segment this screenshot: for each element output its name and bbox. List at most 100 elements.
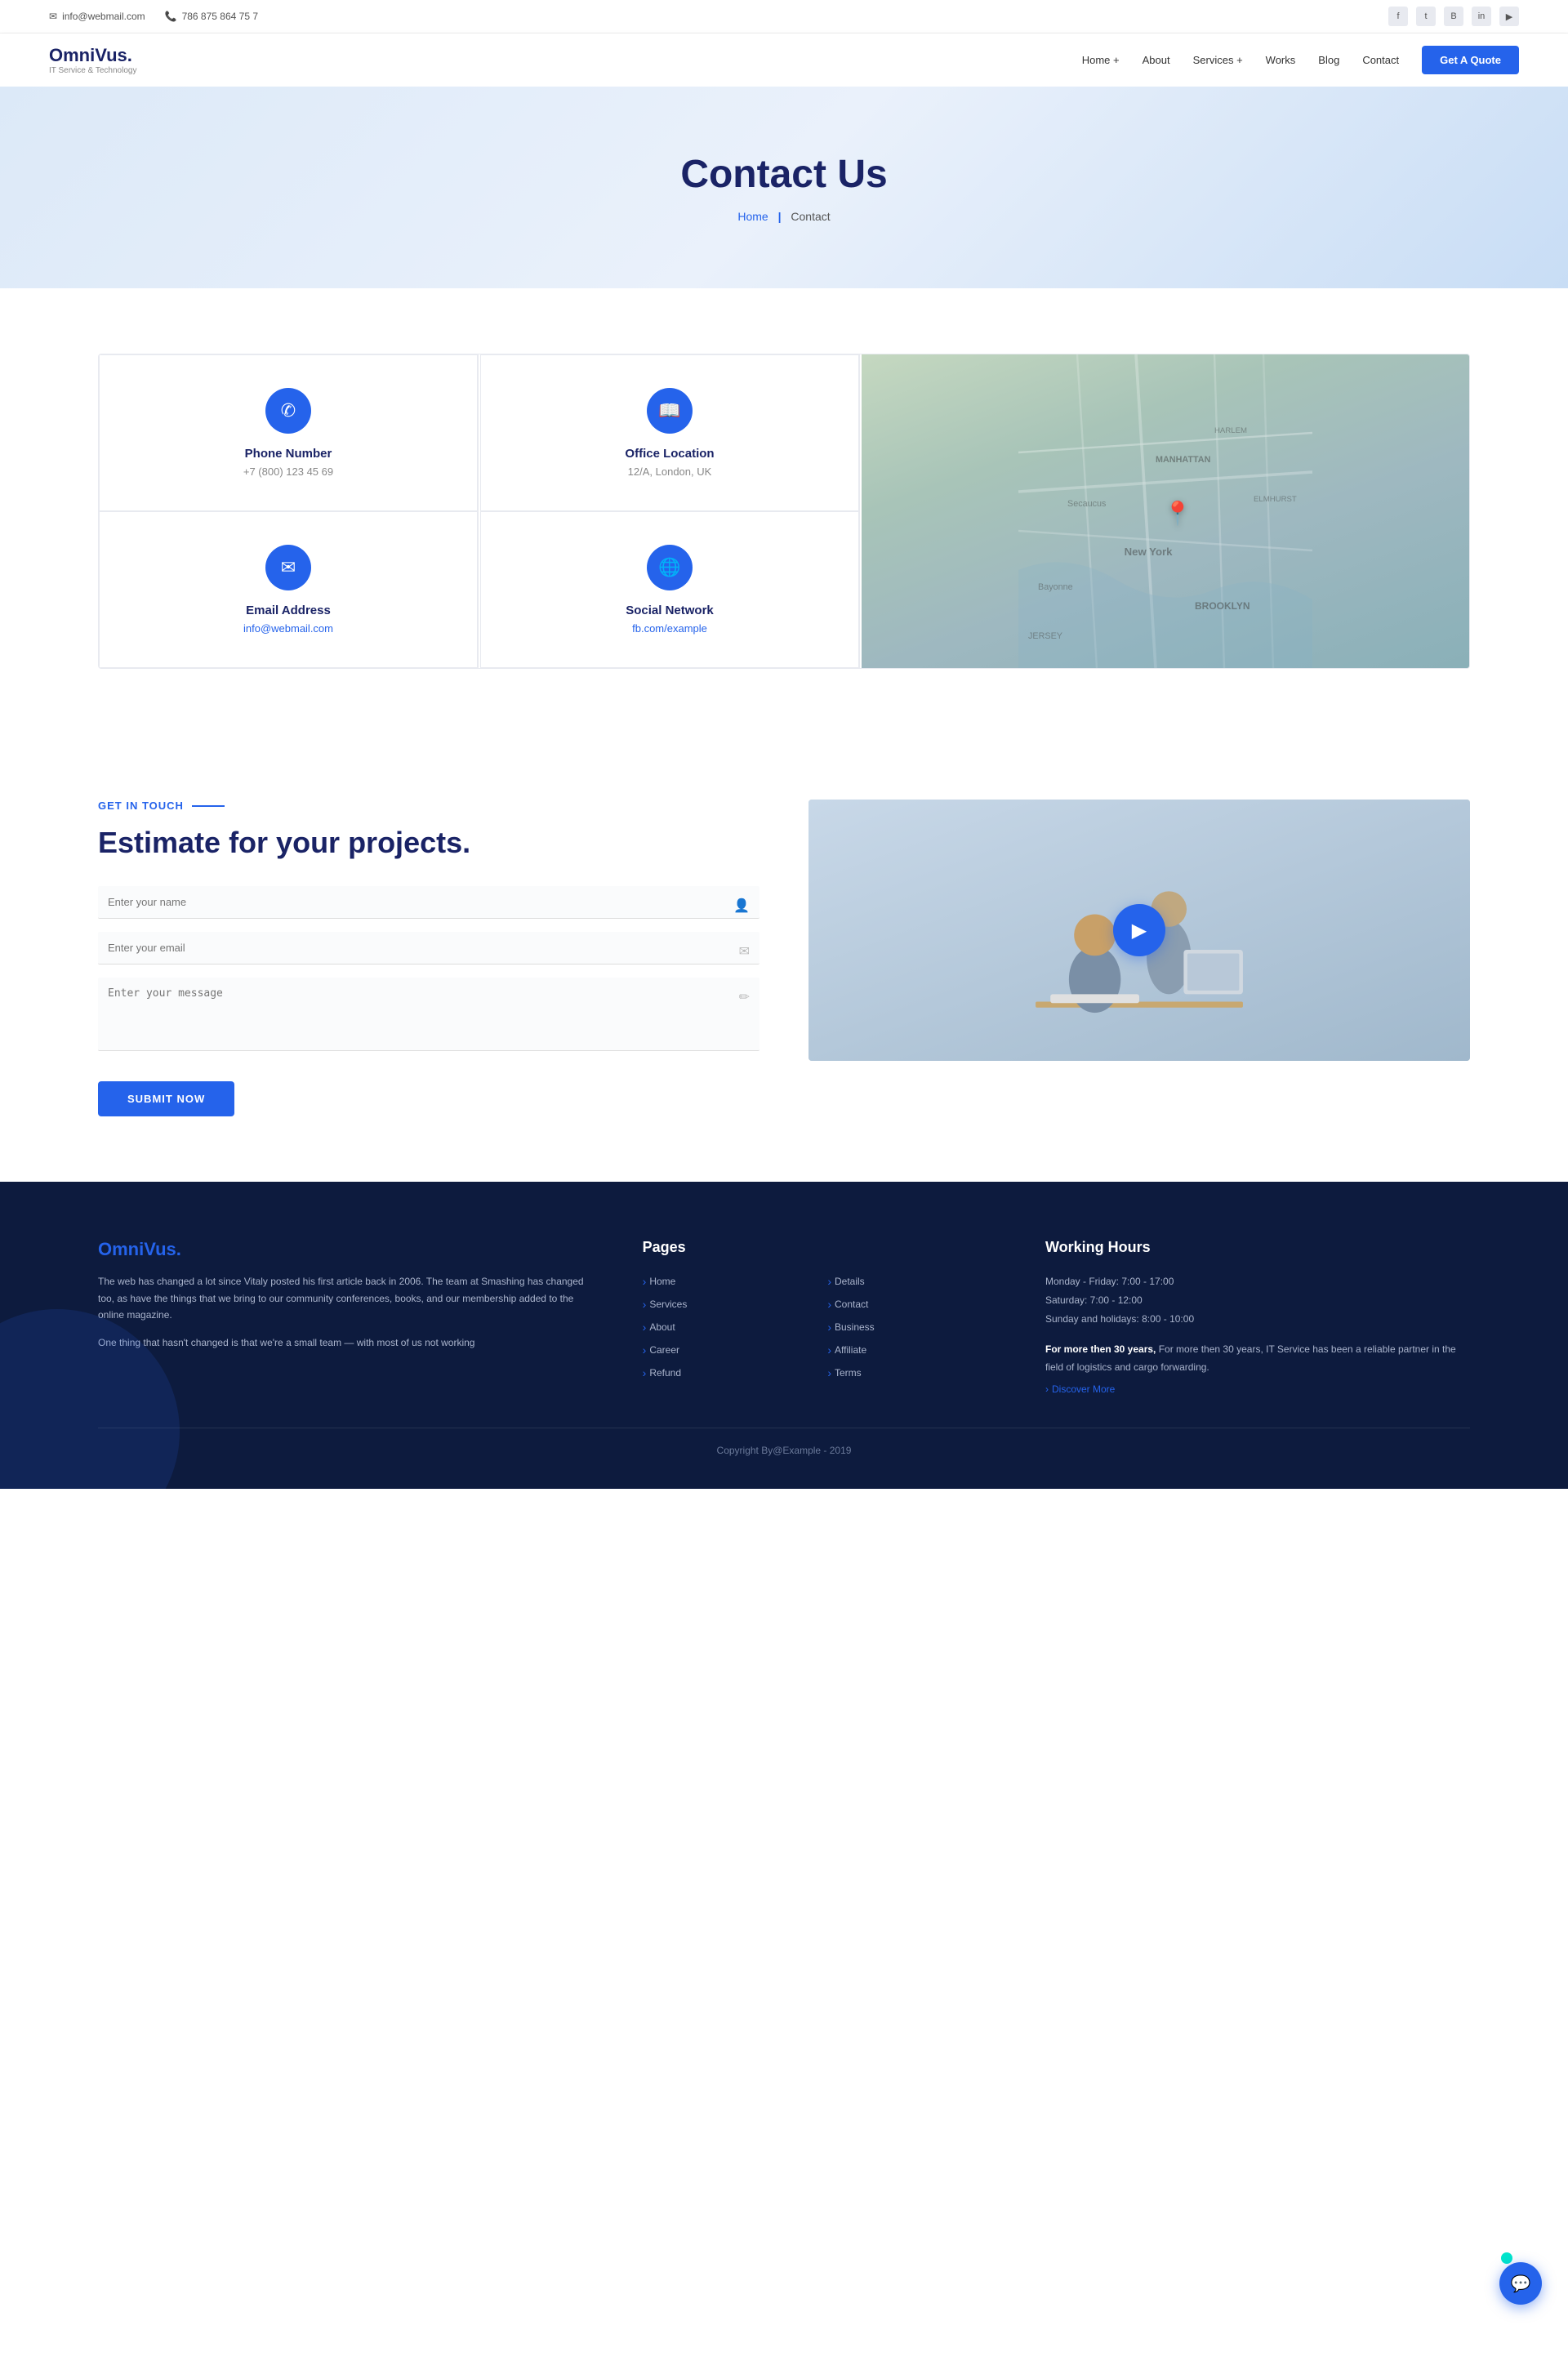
email-info: ✉ info@webmail.com: [49, 11, 145, 22]
footer-brand: OmniVus. The web has changed a lot since…: [98, 1239, 594, 1395]
twitter-link[interactable]: t: [1416, 7, 1436, 26]
email-input[interactable]: [98, 932, 760, 964]
footer-page-about[interactable]: About: [643, 1318, 812, 1336]
phone-icon: 📞: [165, 11, 177, 22]
footer-page-business[interactable]: Business: [827, 1318, 996, 1336]
footer-page-affiliate[interactable]: Affiliate: [827, 1341, 996, 1359]
footer-bottom: Copyright By@Example - 2019: [98, 1428, 1470, 1456]
estimate-section: Get In Touch Estimate for your projects.…: [0, 734, 1568, 1182]
envelope-icon: ✉: [739, 943, 750, 960]
svg-text:JERSEY: JERSEY: [1028, 631, 1062, 641]
video-thumbnail: ▶: [808, 800, 1470, 1061]
location-icon-circle: 📖: [647, 388, 693, 434]
facebook-link[interactable]: f: [1388, 7, 1408, 26]
email-card: ✉ Email Address info@webmail.com: [99, 511, 478, 668]
message-input[interactable]: [98, 978, 760, 1051]
notification-dot: [1501, 2252, 1512, 2264]
top-bar: ✉ info@webmail.com 📞 786 875 864 75 7 f …: [0, 0, 1568, 33]
location-icon: 📖: [658, 400, 680, 421]
footer-pages-title: Pages: [643, 1239, 996, 1256]
social-card-value[interactable]: fb.com/example: [632, 622, 707, 635]
copyright-text: Copyright By@Example - 2019: [717, 1445, 852, 1456]
contact-section: ✆ Phone Number +7 (800) 123 45 69 ✉ Emai…: [0, 288, 1568, 734]
section-tag: Get In Touch: [98, 800, 760, 812]
footer-hours-highlight: For more then 30 years,: [1045, 1343, 1159, 1355]
linkedin-link[interactable]: in: [1472, 7, 1491, 26]
youtube-link[interactable]: ▶: [1499, 7, 1519, 26]
phone-icon: ✆: [281, 400, 296, 421]
footer-hours: Working Hours Monday - Friday: 7:00 - 17…: [1045, 1239, 1470, 1395]
phone-card-value: +7 (800) 123 45 69: [243, 466, 333, 478]
email-icon: ✉: [49, 11, 57, 22]
breadcrumb-current: Contact: [791, 210, 830, 223]
footer-page-services[interactable]: Services: [643, 1295, 812, 1313]
phone-card: ✆ Phone Number +7 (800) 123 45 69: [99, 354, 478, 511]
contact-cards-column-1: ✆ Phone Number +7 (800) 123 45 69 ✉ Emai…: [99, 354, 479, 668]
play-button[interactable]: ▶: [1113, 904, 1165, 956]
discover-more-link[interactable]: Discover More: [1045, 1383, 1470, 1395]
breadcrumb: Home | Contact: [49, 210, 1519, 223]
nav-services[interactable]: Services +: [1193, 54, 1243, 66]
contact-grid: ✆ Phone Number +7 (800) 123 45 69 ✉ Emai…: [98, 354, 1470, 669]
footer-page-details[interactable]: Details: [827, 1272, 996, 1290]
name-input[interactable]: [98, 886, 760, 919]
social-icon: 🌐: [658, 557, 680, 578]
svg-text:ELMHURST: ELMHURST: [1254, 495, 1297, 504]
hero-banner: Contact Us Home | Contact: [0, 87, 1568, 288]
svg-text:Secaucus: Secaucus: [1067, 499, 1107, 509]
top-bar-contact: ✉ info@webmail.com 📞 786 875 864 75 7: [49, 11, 258, 22]
footer-pages-list: Home Details Services Contact About Busi…: [643, 1272, 996, 1382]
name-field-group: 👤: [98, 886, 760, 919]
svg-text:HARLEM: HARLEM: [1214, 426, 1247, 435]
footer-page-terms[interactable]: Terms: [827, 1364, 996, 1382]
phone-info: 📞 786 875 864 75 7: [165, 11, 258, 22]
social-icon-circle: 🌐: [647, 545, 693, 590]
footer-pages: Pages Home Details Services Contact Abou…: [643, 1239, 996, 1395]
footer-hours-weekday: Monday - Friday: 7:00 - 17:00: [1045, 1272, 1470, 1291]
page-title: Contact Us: [49, 152, 1519, 197]
footer-page-contact[interactable]: Contact: [827, 1295, 996, 1313]
footer-page-refund[interactable]: Refund: [643, 1364, 812, 1382]
logo: OmniVus. IT Service & Technology: [49, 45, 136, 75]
svg-text:Bayonne: Bayonne: [1038, 582, 1073, 592]
submit-button[interactable]: Submit Now: [98, 1081, 234, 1116]
blogger-link[interactable]: B: [1444, 7, 1463, 26]
social-links: f t B in ▶: [1388, 7, 1519, 26]
nav-home[interactable]: Home +: [1082, 54, 1120, 66]
footer-page-home[interactable]: Home: [643, 1272, 812, 1290]
nav-works[interactable]: Works: [1266, 54, 1296, 66]
footer-brand-desc1: The web has changed a lot since Vitaly p…: [98, 1273, 594, 1323]
location-card-value: 12/A, London, UK: [628, 466, 712, 478]
estimate-form-side: Get In Touch Estimate for your projects.…: [98, 800, 760, 1116]
person-icon: 👤: [733, 898, 750, 914]
edit-icon: ✏: [739, 989, 750, 1005]
email-card-title: Email Address: [246, 604, 331, 617]
estimate-title: Estimate for your projects.: [98, 825, 760, 860]
phone-icon-circle: ✆: [265, 388, 311, 434]
location-card: 📖 Office Location 12/A, London, UK: [480, 354, 859, 511]
svg-text:BROOKLYN: BROOKLYN: [1195, 600, 1250, 612]
nav-blog[interactable]: Blog: [1318, 54, 1339, 66]
navbar: OmniVus. IT Service & Technology Home + …: [0, 33, 1568, 87]
estimate-inner: Get In Touch Estimate for your projects.…: [98, 800, 1470, 1116]
logo-name: OmniVus.: [49, 45, 136, 66]
phone-text: 786 875 864 75 7: [182, 11, 258, 22]
location-card-title: Office Location: [625, 447, 714, 461]
nav-contact[interactable]: Contact: [1362, 54, 1399, 66]
footer-hours-title: Working Hours: [1045, 1239, 1470, 1256]
footer-hours-desc: For more then 30 years, For more then 30…: [1045, 1340, 1470, 1378]
nav-links: Home + About Services + Works Blog Conta…: [1082, 46, 1519, 74]
svg-text:New York: New York: [1125, 546, 1174, 558]
estimate-video-side: ▶: [808, 800, 1470, 1061]
footer-grid: OmniVus. The web has changed a lot since…: [98, 1239, 1470, 1395]
email-text: info@webmail.com: [62, 11, 145, 22]
email-card-value[interactable]: info@webmail.com: [243, 622, 333, 635]
contact-cards-column-2: 📖 Office Location 12/A, London, UK 🌐 Soc…: [480, 354, 860, 668]
footer: OmniVus. The web has changed a lot since…: [0, 1182, 1568, 1489]
nav-about[interactable]: About: [1143, 54, 1170, 66]
email-field-group: ✉: [98, 932, 760, 964]
get-quote-button[interactable]: Get A Quote: [1422, 46, 1519, 74]
breadcrumb-home[interactable]: Home: [737, 210, 768, 223]
chat-fab-button[interactable]: 💬: [1499, 2262, 1542, 2305]
footer-page-career[interactable]: Career: [643, 1341, 812, 1359]
